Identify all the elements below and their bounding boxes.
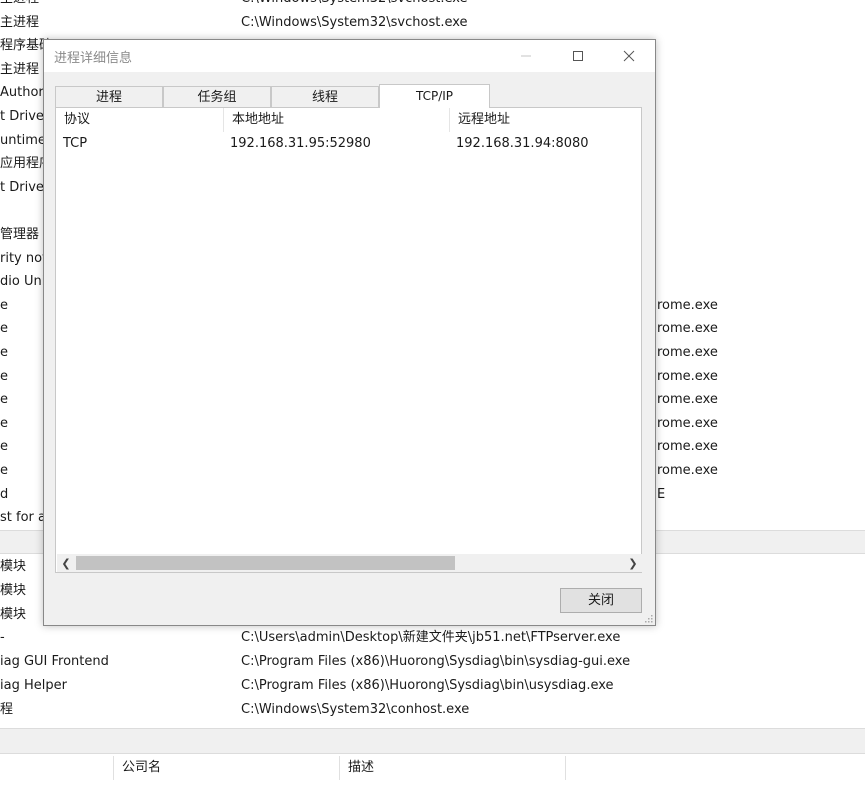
local-address-cell: 192.168.31.95:52980 bbox=[230, 136, 371, 151]
module-name-cell: 模块 bbox=[0, 559, 27, 574]
dialog-title: 进程详细信息 bbox=[54, 51, 133, 66]
column-header-protocol[interactable]: 协议 bbox=[56, 108, 224, 132]
scroll-right-button[interactable]: ❯ bbox=[624, 554, 642, 572]
maximize-button[interactable] bbox=[555, 40, 601, 72]
process-name-cell: e bbox=[0, 415, 8, 431]
module-list-header: 公司名 描述 bbox=[0, 756, 865, 780]
process-name-cell: 主进程 bbox=[0, 61, 40, 77]
table-row[interactable]: TCP 192.168.31.95:52980 192.168.31.94:80… bbox=[56, 133, 641, 155]
tab-process[interactable]: 进程 bbox=[55, 86, 163, 107]
process-path-cell: rome.exe bbox=[657, 415, 718, 431]
column-header-label: 描述 bbox=[348, 760, 375, 775]
process-name-cell: Authori bbox=[0, 85, 48, 101]
window-close-button[interactable] bbox=[606, 40, 652, 72]
list-item[interactable]: iag Helper C:\Program Files (x86)\Huorong… bbox=[0, 674, 865, 697]
list-item[interactable]: - C:\Users\admin\Desktop\新建文件夹\jb51.net\F… bbox=[0, 626, 865, 649]
tab-label: 线程 bbox=[311, 90, 338, 105]
close-icon bbox=[623, 50, 635, 62]
module-name-cell: iag Helper bbox=[0, 678, 67, 693]
process-name-cell: e bbox=[0, 368, 8, 384]
module-path-cell: C:\Users\admin\Desktop\新建文件夹\jb51.net\FT… bbox=[241, 630, 621, 646]
process-name-cell: untime bbox=[0, 132, 46, 148]
column-header-company[interactable]: 公司名 bbox=[113, 756, 339, 780]
tab-label: TCP/IP bbox=[415, 89, 454, 103]
list-item[interactable]: 程 C:\Windows\System32\conhost.exe bbox=[0, 698, 865, 721]
module-name-cell: 程 bbox=[0, 701, 14, 717]
process-name-cell: 管理器 bbox=[0, 227, 40, 242]
tab-threads[interactable]: 线程 bbox=[271, 86, 379, 107]
column-header-label: 本地地址 bbox=[232, 112, 285, 127]
process-name-cell: t Drive bbox=[0, 179, 44, 195]
process-name-cell: e bbox=[0, 345, 8, 360]
process-name-cell: 主进程 bbox=[0, 14, 40, 30]
process-name-cell: st for a bbox=[0, 510, 46, 526]
list-item[interactable]: 主进程 C:\Windows\System32\svchost.exe bbox=[0, 0, 865, 10]
process-path-cell: rome.exe bbox=[657, 368, 718, 384]
minimize-button bbox=[503, 40, 549, 72]
process-path-cell: C:\Windows\System32\svchost.exe bbox=[241, 0, 468, 10]
process-path-cell: rome.exe bbox=[657, 463, 718, 478]
minimize-icon bbox=[521, 55, 531, 57]
list-item[interactable]: iag GUI Frontend C:\Program Files (x86)\H… bbox=[0, 650, 865, 673]
process-name-cell: e bbox=[0, 463, 8, 478]
module-name-cell: 模块 bbox=[0, 606, 27, 622]
module-name-cell: iag GUI Frontend bbox=[0, 654, 109, 670]
module-path-cell: C:\Program Files (x86)\Huorong\Sysdiag\b… bbox=[241, 654, 631, 670]
process-name-cell: e bbox=[0, 439, 8, 455]
column-header-description[interactable]: 描述 bbox=[339, 756, 565, 780]
process-name-cell: 主进程 bbox=[0, 0, 39, 10]
process-path-cell: rome.exe bbox=[657, 439, 718, 455]
process-name-cell: d bbox=[0, 486, 9, 502]
process-name-cell: t Drive bbox=[0, 109, 44, 124]
horizontal-scrollbar[interactable]: ❮ ❯ bbox=[57, 554, 642, 572]
process-path-cell: rome.exe bbox=[657, 321, 718, 337]
tab-label: 任务组 bbox=[197, 90, 237, 105]
resize-grip-icon[interactable] bbox=[643, 613, 653, 623]
process-path-cell: E bbox=[657, 486, 666, 502]
process-path-cell: rome.exe bbox=[657, 297, 718, 313]
chevron-left-icon: ❮ bbox=[61, 556, 71, 570]
module-name-cell: - bbox=[0, 630, 5, 646]
process-path-cell: rome.exe bbox=[657, 345, 718, 360]
process-path-cell: C:\Windows\System32\svchost.exe bbox=[241, 14, 468, 30]
list-item[interactable]: 主进程 C:\Windows\System32\svchost.exe bbox=[0, 11, 865, 34]
tab-task-group[interactable]: 任务组 bbox=[163, 86, 271, 107]
maximize-icon bbox=[573, 51, 583, 61]
close-button[interactable]: 关闭 bbox=[560, 588, 642, 613]
column-header-label: 协议 bbox=[64, 112, 91, 127]
chevron-right-icon: ❯ bbox=[628, 556, 638, 570]
column-header-remote-address[interactable]: 远程地址 bbox=[450, 108, 641, 132]
connection-list-header: 协议 本地地址 远程地址 bbox=[56, 108, 641, 132]
process-path-cell: rome.exe bbox=[657, 392, 718, 408]
tcpip-panel: 协议 本地地址 远程地址 TCP 192.168.31.95:52980 192… bbox=[55, 107, 642, 573]
protocol-cell: TCP bbox=[63, 136, 88, 151]
column-header-local-address[interactable]: 本地地址 bbox=[224, 108, 450, 132]
column-header-empty[interactable] bbox=[565, 756, 865, 780]
tab-label: 进程 bbox=[95, 90, 122, 105]
module-path-cell: C:\Windows\System32\conhost.exe bbox=[241, 701, 470, 717]
module-name-cell: 模块 bbox=[0, 582, 27, 598]
tab-tcpip[interactable]: TCP/IP bbox=[379, 84, 490, 108]
title-bar[interactable]: 进程详细信息 bbox=[44, 40, 655, 72]
column-header-label: 远程地址 bbox=[458, 112, 511, 127]
process-name-cell: e bbox=[0, 321, 8, 337]
remote-address-cell: 192.168.31.94:8080 bbox=[456, 136, 589, 151]
process-details-dialog: 进程详细信息 进程 任务组 线程 TCP/IP 协议 本地地址 远程地址 TCP… bbox=[43, 39, 656, 626]
column-header-label: 公司名 bbox=[122, 760, 162, 775]
connection-list[interactable]: 协议 本地地址 远程地址 TCP 192.168.31.95:52980 192… bbox=[56, 108, 641, 572]
process-name-cell: e bbox=[0, 392, 8, 408]
process-name-cell: e bbox=[0, 297, 8, 313]
process-name-cell: dio Uni bbox=[0, 274, 46, 290]
module-path-cell: C:\Program Files (x86)\Huorong\Sysdiag\b… bbox=[241, 678, 614, 693]
horizontal-scrollbar[interactable] bbox=[0, 728, 865, 754]
scrollbar-thumb[interactable] bbox=[76, 556, 455, 570]
scroll-left-button[interactable]: ❮ bbox=[57, 554, 75, 572]
process-name-cell: rity not bbox=[0, 250, 48, 266]
